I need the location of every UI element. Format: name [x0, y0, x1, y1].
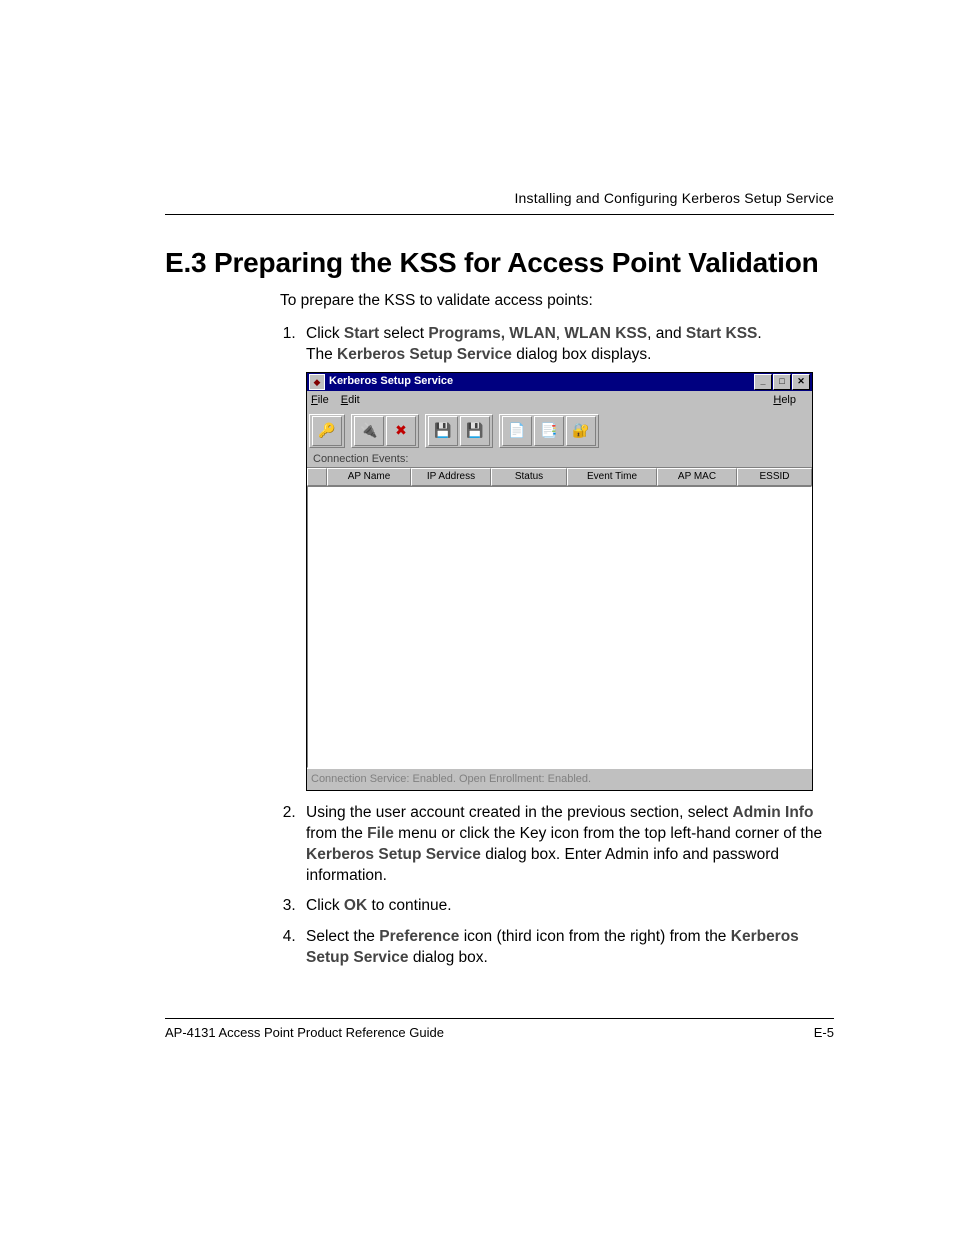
step-text: menu or click the Key icon from the top …: [394, 825, 822, 842]
toolbar: 🔑 🔌 ✖ 💾 💾 📄 📑 🔐: [307, 410, 812, 450]
kss-window: ◆ Kerberos Setup Service _ □ ✕ File Edit…: [306, 372, 813, 791]
step-text: select: [379, 325, 428, 342]
step-bold: File: [367, 825, 394, 842]
step-text: Using the user account created in the pr…: [306, 804, 733, 821]
window-title: Kerberos Setup Service: [329, 374, 753, 389]
close-button[interactable]: ✕: [792, 374, 810, 390]
step-text: Click: [306, 325, 344, 342]
maximize-button[interactable]: □: [773, 374, 791, 390]
step-text: to continue.: [367, 897, 451, 914]
step-text: icon (third icon from the right) from th…: [459, 928, 730, 945]
step-bold: Admin Info: [733, 804, 814, 821]
step-text: dialog box.: [409, 949, 488, 966]
connection-events-label: Connection Events:: [307, 450, 812, 468]
step-bold: Start: [344, 325, 379, 342]
col-head-eventtime[interactable]: Event Time: [567, 468, 657, 486]
col-head-blank[interactable]: [307, 468, 327, 486]
disconnect-icon[interactable]: ✖: [386, 416, 416, 446]
header-rule: [165, 214, 834, 215]
step-bold: Programs, WLAN: [428, 325, 555, 342]
step-bold: OK: [344, 897, 367, 914]
save-up-icon[interactable]: 💾: [428, 416, 458, 446]
step-text: dialog box displays.: [512, 346, 652, 363]
step-bold: WLAN KSS: [564, 325, 647, 342]
step-text: .: [757, 325, 761, 342]
menu-help[interactable]: Help: [773, 393, 796, 408]
connect-icon[interactable]: 🔌: [354, 416, 384, 446]
footer-doc-title: AP-4131 Access Point Product Reference G…: [165, 1025, 814, 1040]
step-text: Click: [306, 897, 344, 914]
step-bold: Preference: [379, 928, 459, 945]
app-icon: ◆: [309, 374, 325, 390]
preference-icon[interactable]: 📄: [502, 416, 532, 446]
step-text: , and: [647, 325, 686, 342]
footer-rule: [165, 1018, 834, 1019]
status-bar: Connection Service: Enabled. Open Enroll…: [307, 768, 812, 790]
minimize-button[interactable]: _: [754, 374, 772, 390]
col-head-ip[interactable]: IP Address: [411, 468, 491, 486]
menu-edit[interactable]: Edit: [341, 393, 360, 408]
step-bold: Start KSS: [686, 325, 758, 342]
step-4: Select the Preference icon (third icon f…: [300, 927, 834, 969]
step-text: Select the: [306, 928, 379, 945]
col-head-apmac[interactable]: AP MAC: [657, 468, 737, 486]
step-list: Click Start select Programs, WLAN, WLAN …: [280, 324, 834, 969]
col-head-status[interactable]: Status: [491, 468, 567, 486]
step-bold: Kerberos Setup Service: [337, 346, 512, 363]
step-text: from the: [306, 825, 367, 842]
running-header: Installing and Configuring Kerberos Setu…: [165, 190, 834, 206]
menu-bar: File Edit Help: [307, 391, 812, 410]
col-head-apname[interactable]: AP Name: [327, 468, 411, 486]
lock-page-icon[interactable]: 🔐: [566, 416, 596, 446]
page-footer: AP-4131 Access Point Product Reference G…: [165, 1018, 834, 1040]
page-icon[interactable]: 📑: [534, 416, 564, 446]
save-down-icon[interactable]: 💾: [460, 416, 490, 446]
footer-page-number: E-5: [814, 1025, 834, 1040]
step-2: Using the user account created in the pr…: [300, 803, 834, 887]
title-bar: ◆ Kerberos Setup Service _ □ ✕: [307, 373, 812, 391]
step-text: The: [306, 346, 337, 363]
section-intro: To prepare the KSS to validate access po…: [280, 291, 834, 312]
table-header: AP Name IP Address Status Event Time AP …: [307, 467, 812, 486]
key-icon[interactable]: 🔑: [312, 416, 342, 446]
event-list[interactable]: [307, 486, 812, 768]
col-head-essid[interactable]: ESSID: [737, 468, 812, 486]
step-3: Click OK to continue.: [300, 896, 834, 917]
step-bold: Kerberos Setup Service: [306, 846, 481, 863]
section-heading: E.3 Preparing the KSS for Access Point V…: [165, 247, 834, 279]
menu-file[interactable]: File: [311, 393, 329, 408]
step-1: Click Start select Programs, WLAN, WLAN …: [300, 324, 834, 791]
